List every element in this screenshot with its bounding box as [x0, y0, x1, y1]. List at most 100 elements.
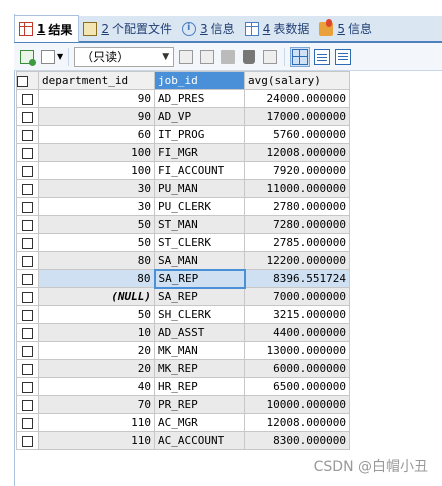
department-id-cell[interactable]: 100	[38, 143, 155, 162]
avg-salary-cell[interactable]: 6500.000000	[244, 377, 350, 396]
row-checkbox[interactable]	[16, 377, 39, 396]
grid-view-button[interactable]	[290, 46, 311, 67]
department-id-cell[interactable]: 20	[38, 341, 155, 360]
department-id-cell[interactable]: 20	[38, 359, 155, 378]
department-id-cell[interactable]: (NULL)	[38, 287, 155, 306]
avg-salary-cell[interactable]: 7920.000000	[244, 161, 350, 180]
save-button[interactable]	[219, 48, 237, 66]
column-header[interactable]: avg(salary)	[244, 71, 350, 90]
tab-table-data[interactable]: 4 表数据	[241, 16, 316, 41]
avg-salary-cell[interactable]: 12008.000000	[244, 143, 350, 162]
column-header[interactable]: job_id	[154, 71, 245, 90]
select-all-checkbox[interactable]	[16, 71, 39, 90]
job-id-cell[interactable]: SA_REP	[154, 287, 245, 306]
job-id-cell[interactable]: AC_ACCOUNT	[154, 431, 245, 450]
row-checkbox[interactable]	[16, 269, 39, 288]
table-row[interactable]: 20 MK_REP 6000.000000	[16, 359, 350, 378]
avg-salary-cell[interactable]: 7280.000000	[244, 215, 350, 234]
department-id-cell[interactable]: 50	[38, 305, 155, 324]
row-checkbox[interactable]	[16, 233, 39, 252]
row-checkbox[interactable]	[16, 197, 39, 216]
avg-salary-cell[interactable]: 8396.551724	[244, 269, 350, 288]
delete-button[interactable]	[240, 48, 258, 66]
job-id-cell[interactable]: PR_REP	[154, 395, 245, 414]
department-id-cell[interactable]: 90	[38, 89, 155, 108]
avg-salary-cell[interactable]: 12008.000000	[244, 413, 350, 432]
duplicate-row-button[interactable]	[198, 48, 216, 66]
table-row[interactable]: 110 AC_ACCOUNT 8300.000000	[16, 431, 350, 450]
table-row[interactable]: 40 HR_REP 6500.000000	[16, 377, 350, 396]
department-id-cell[interactable]: 60	[38, 125, 155, 144]
avg-salary-cell[interactable]: 7000.000000	[244, 287, 350, 306]
avg-salary-cell[interactable]: 4400.000000	[244, 323, 350, 342]
text-view-button[interactable]	[334, 48, 352, 66]
job-id-cell[interactable]: ST_CLERK	[154, 233, 245, 252]
department-id-cell[interactable]: 30	[38, 179, 155, 198]
row-checkbox[interactable]	[16, 125, 39, 144]
avg-salary-cell[interactable]: 11000.000000	[244, 179, 350, 198]
row-checkbox[interactable]	[16, 341, 39, 360]
job-id-cell[interactable]: ST_MAN	[154, 215, 245, 234]
add-row-button[interactable]	[18, 48, 36, 66]
avg-salary-cell[interactable]: 12200.000000	[244, 251, 350, 270]
row-checkbox[interactable]	[16, 143, 39, 162]
column-header[interactable]: department_id	[38, 71, 155, 90]
table-row[interactable]: 80 SA_MAN 12200.000000	[16, 251, 350, 270]
department-id-cell[interactable]: 100	[38, 161, 155, 180]
job-id-cell[interactable]: SA_REP	[153, 268, 246, 289]
row-checkbox[interactable]	[16, 179, 39, 198]
job-id-cell[interactable]: FI_MGR	[154, 143, 245, 162]
row-checkbox[interactable]	[16, 215, 39, 234]
table-row[interactable]: 50 ST_MAN 7280.000000	[16, 215, 350, 234]
department-id-cell[interactable]: 80	[38, 251, 155, 270]
avg-salary-cell[interactable]: 17000.000000	[244, 107, 350, 126]
job-id-cell[interactable]: MK_REP	[154, 359, 245, 378]
avg-salary-cell[interactable]: 13000.000000	[244, 341, 350, 360]
table-row[interactable]: 90 AD_PRES 24000.000000	[16, 89, 350, 108]
row-checkbox[interactable]	[16, 305, 39, 324]
tab-profiles[interactable]: 2 个配置文件	[79, 16, 178, 41]
avg-salary-cell[interactable]: 6000.000000	[244, 359, 350, 378]
job-id-cell[interactable]: AC_MGR	[154, 413, 245, 432]
table-row[interactable]: 50 ST_CLERK 2785.000000	[16, 233, 350, 252]
row-checkbox[interactable]	[16, 251, 39, 270]
tab-messages[interactable]: 5 信息	[315, 16, 378, 41]
avg-salary-cell[interactable]: 3215.000000	[244, 305, 350, 324]
department-id-cell[interactable]: 40	[38, 377, 155, 396]
table-row[interactable]: 50 SH_CLERK 3215.000000	[16, 305, 350, 324]
row-checkbox[interactable]	[16, 395, 39, 414]
table-row[interactable]: 80 SA_REP 8396.551724	[16, 268, 350, 289]
job-id-cell[interactable]: AD_PRES	[154, 89, 245, 108]
tab-results[interactable]: 1 结果	[14, 15, 80, 42]
tab-info[interactable]: 3 信息	[178, 16, 241, 41]
dropdown-arrow-icon[interactable]: ▼	[57, 52, 63, 61]
table-row[interactable]: (NULL) SA_REP 7000.000000	[16, 287, 350, 306]
job-id-cell[interactable]: HR_REP	[154, 377, 245, 396]
table-row[interactable]: 30 PU_MAN 11000.000000	[16, 179, 350, 198]
avg-salary-cell[interactable]: 2780.000000	[244, 197, 350, 216]
job-id-cell[interactable]: IT_PROG	[154, 125, 245, 144]
row-checkbox[interactable]	[16, 107, 39, 126]
refresh-button[interactable]	[261, 48, 279, 66]
row-checkbox[interactable]	[16, 161, 39, 180]
department-id-cell[interactable]: 110	[38, 431, 155, 450]
row-checkbox[interactable]	[16, 287, 39, 306]
table-row[interactable]: 100 FI_ACCOUNT 7920.000000	[16, 161, 350, 180]
avg-salary-cell[interactable]: 8300.000000	[244, 431, 350, 450]
job-id-cell[interactable]: SA_MAN	[154, 251, 245, 270]
row-checkbox[interactable]	[16, 89, 39, 108]
row-checkbox[interactable]	[16, 413, 39, 432]
job-id-cell[interactable]: AD_ASST	[154, 323, 245, 342]
department-id-cell[interactable]: 30	[38, 197, 155, 216]
mode-select[interactable]: （只读） ▼	[74, 46, 175, 67]
department-id-cell[interactable]: 70	[38, 395, 155, 414]
job-id-cell[interactable]: AD_VP	[154, 107, 245, 126]
job-id-cell[interactable]: PU_MAN	[154, 179, 245, 198]
job-id-cell[interactable]: SH_CLERK	[154, 305, 245, 324]
job-id-cell[interactable]: FI_ACCOUNT	[154, 161, 245, 180]
row-checkbox[interactable]	[16, 323, 39, 342]
export-dropdown-button[interactable]	[39, 48, 57, 66]
department-id-cell[interactable]: 110	[38, 413, 155, 432]
table-row[interactable]: 90 AD_VP 17000.000000	[16, 107, 350, 126]
department-id-cell[interactable]: 50	[38, 215, 155, 234]
